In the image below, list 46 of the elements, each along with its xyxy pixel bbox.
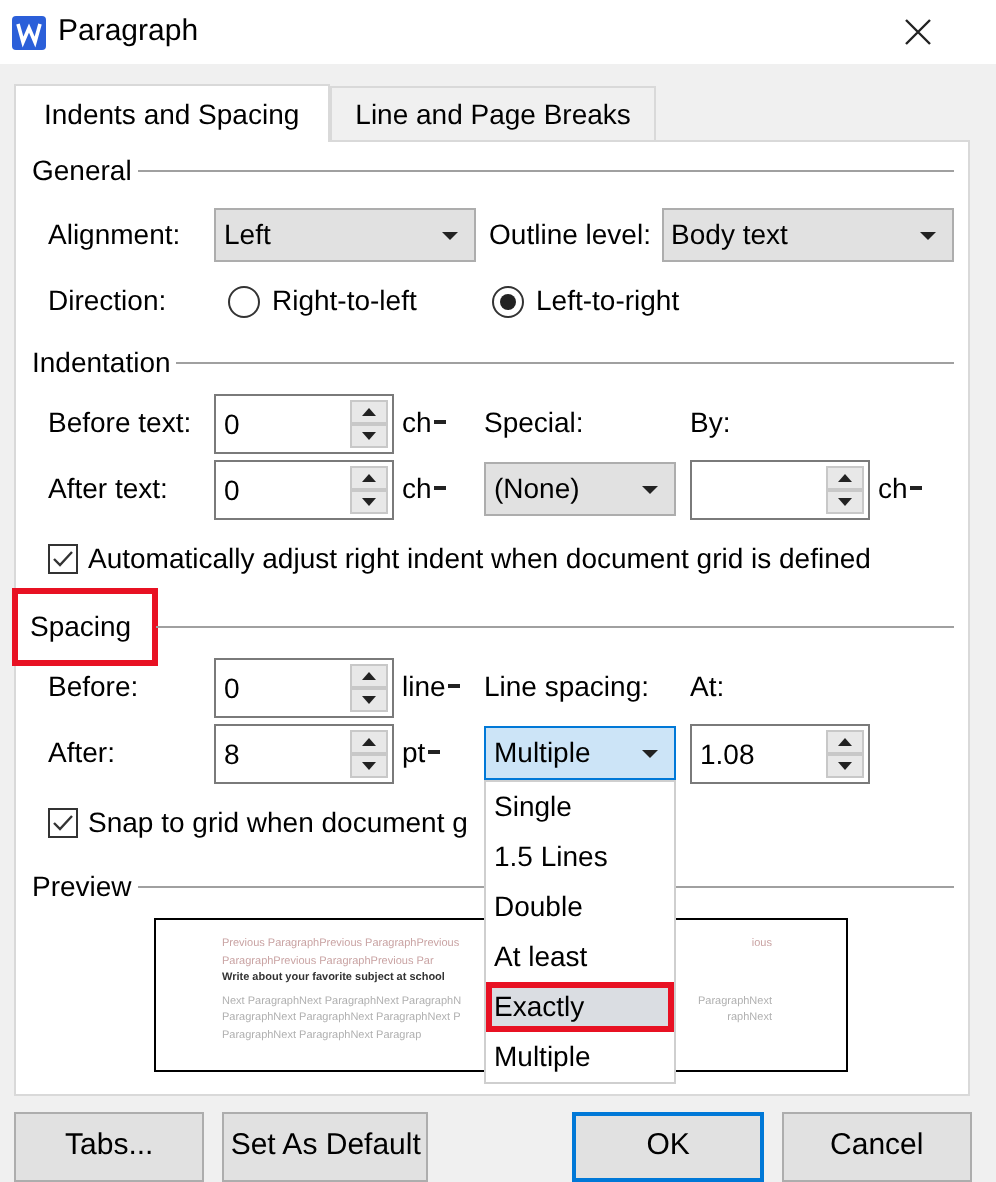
dropdown[interactable]: Left (214, 208, 476, 262)
unit-dropdown[interactable]: line (394, 666, 484, 708)
tab[interactable]: Indents and Spacing (14, 84, 330, 142)
field-label: Special: (484, 404, 586, 442)
dialog-button[interactable]: Tabs... (14, 1112, 205, 1182)
word-logo-icon (12, 15, 46, 49)
dialog-button[interactable]: Set As Default (222, 1112, 429, 1182)
dropdown[interactable]: Body text (661, 208, 954, 262)
radio-icon (228, 285, 260, 317)
dropdown-value: Multiple (494, 734, 591, 772)
radio-icon (492, 285, 524, 317)
close-icon (904, 18, 932, 46)
field-label: Before: (48, 668, 141, 706)
dropdown-value: Body text (671, 216, 788, 254)
dropdown[interactable]: (None) (484, 462, 676, 516)
unit-dropdown[interactable]: ch (394, 468, 484, 510)
dialog-button[interactable]: OK (572, 1112, 764, 1182)
field-label: Line spacing: (484, 668, 652, 706)
unit-dropdown[interactable]: ch (394, 402, 484, 444)
field-label: Direction: (48, 282, 169, 320)
section-heading: Preview (30, 867, 134, 905)
section-heading: Indentation (30, 343, 173, 381)
section-heading: General (30, 151, 134, 189)
radio-button[interactable]: Right-to-left (228, 280, 492, 322)
field-label: Before text: (48, 404, 194, 442)
checkbox[interactable]: Automatically adjust right indent when document grid is defined (48, 537, 871, 579)
field-label: Alignment: (48, 216, 183, 254)
dropdown-value: Left (224, 216, 271, 254)
field-label: By: (690, 404, 733, 442)
tab[interactable]: Line and Page Breaks (329, 86, 657, 140)
field-label: Outline level: (489, 216, 653, 254)
field-label: After text: (48, 470, 170, 508)
dropdown-option[interactable]: Exactly (486, 982, 674, 1032)
section-heading: Spacing (18, 593, 152, 659)
field-label: At: (690, 668, 727, 706)
checkbox-icon (48, 807, 78, 837)
unit-dropdown[interactable]: pt (394, 732, 484, 774)
window-title: Paragraph (58, 11, 199, 52)
dialog-button[interactable]: Cancel (781, 1112, 973, 1182)
radio-button[interactable]: Left-to-right (492, 280, 792, 322)
unit-dropdown[interactable]: ch (870, 468, 930, 510)
checkbox[interactable]: Snap to grid when document g (48, 801, 468, 843)
field-label: After: (48, 734, 117, 772)
checkbox-icon (48, 543, 78, 573)
dropdown-value: (None) (494, 470, 580, 508)
dropdown[interactable]: Multiple (484, 726, 676, 780)
